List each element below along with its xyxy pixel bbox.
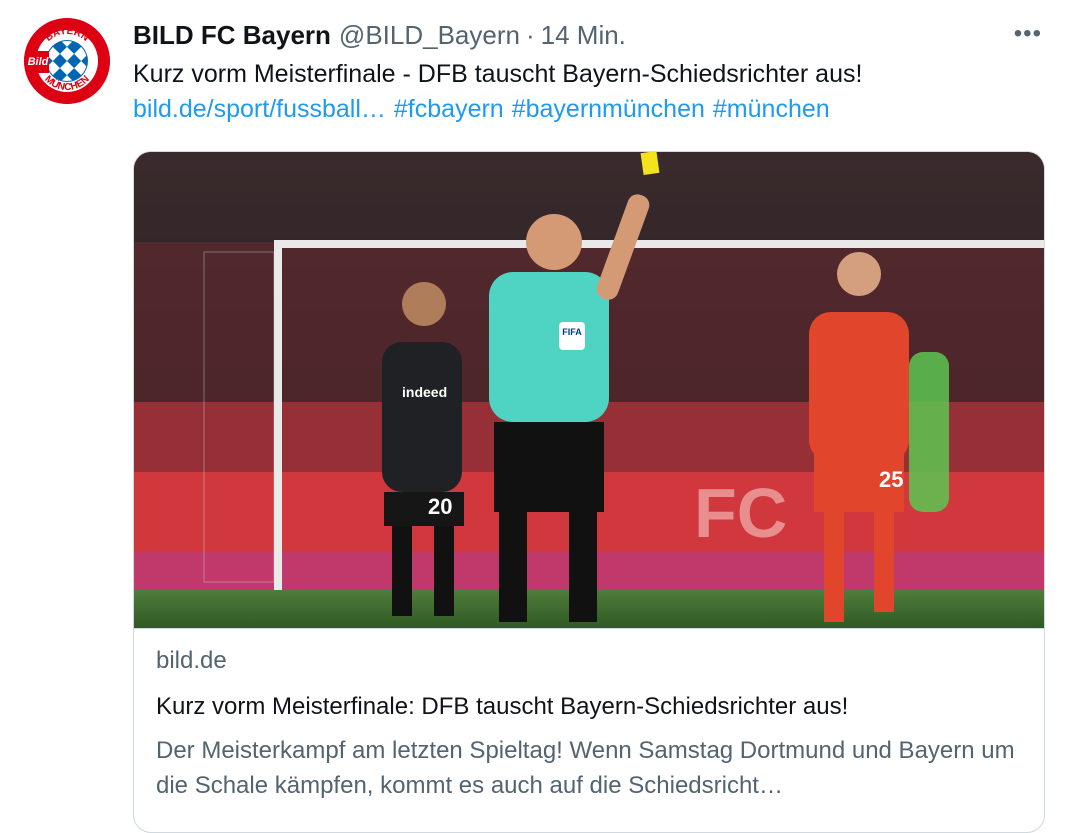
tweet-text: Kurz vorm Meisterfinale - DFB tauscht Ba… [133, 60, 863, 88]
board-text: FC [694, 474, 787, 552]
avatar[interactable]: BAYERN MÜNCHEN Bild [24, 18, 110, 104]
hashtag-fcbayern[interactable]: #fcbayern [394, 95, 504, 123]
tweet-header: BILD FC Bayern @BILD_Bayern · 14 Min. [133, 18, 626, 52]
fifa-badge: FIFA [562, 327, 582, 337]
referee-photo: FC indeed 20 FIFA 25 [134, 152, 1044, 628]
more-horizontal-icon[interactable]: ••• [1014, 20, 1042, 48]
tweet-links: bild.de/sport/fussball… #fcbayern #bayernm… [133, 95, 838, 124]
bild-badge: Bild [27, 51, 49, 73]
separator-dot: · [525, 19, 535, 50]
hashtag-muenchen[interactable]: #münchen [713, 95, 830, 123]
sponsor-text: indeed [402, 384, 447, 400]
shirt-number-right: 25 [879, 467, 903, 492]
card-description: Der Meisterkampf am letzten Spieltag! We… [156, 737, 1015, 799]
author-name[interactable]: BILD FC Bayern [133, 20, 331, 51]
card-domain: bild.de [156, 647, 227, 674]
card-title: Kurz vorm Meisterfinale: DFB tauscht Bay… [156, 693, 849, 720]
tweet-link[interactable]: bild.de/sport/fussball… [133, 95, 386, 123]
link-card[interactable]: FC indeed 20 FIFA 25 bild.de Kurz vorm M… [133, 151, 1045, 833]
shirt-number-left: 20 [428, 494, 452, 519]
hashtag-bayernmuenchen[interactable]: #bayernmünchen [512, 95, 705, 123]
tweet-time[interactable]: 14 Min. [541, 20, 626, 51]
author-handle[interactable]: @BILD_Bayern [339, 20, 520, 51]
card-body[interactable]: bild.de Kurz vorm Meisterfinale: DFB tau… [134, 628, 1044, 799]
card-image[interactable]: FC indeed 20 FIFA 25 [134, 152, 1044, 628]
